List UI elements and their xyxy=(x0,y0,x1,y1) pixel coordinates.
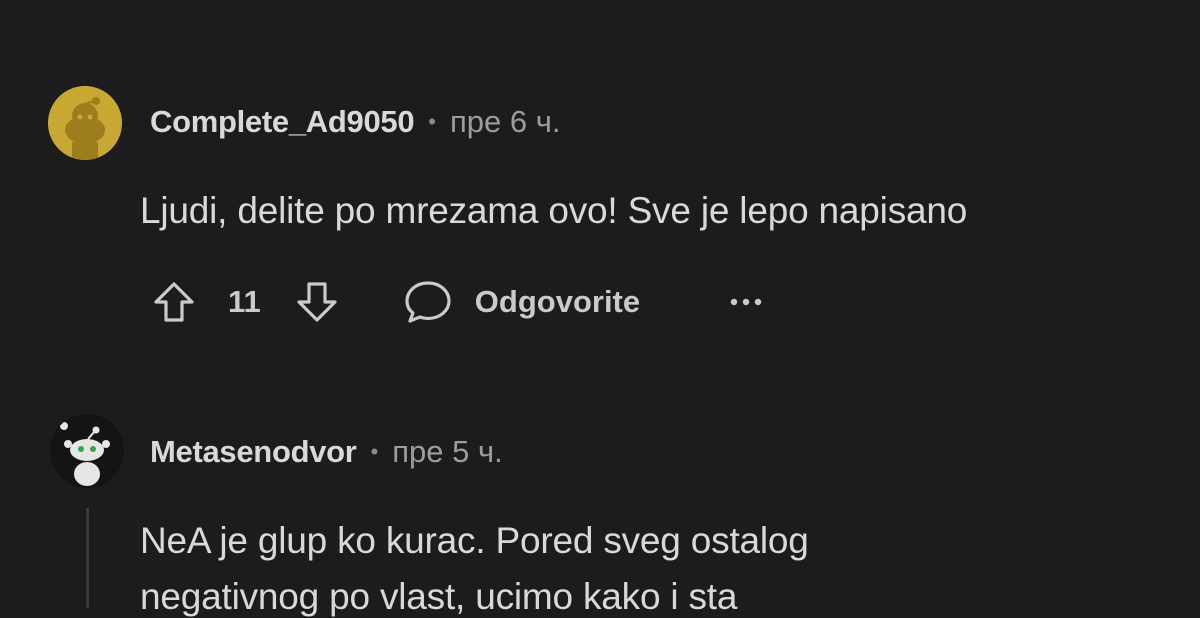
more-options-icon xyxy=(730,298,762,306)
more-options-button[interactable] xyxy=(726,282,766,322)
upvote-arrow-icon xyxy=(154,282,194,322)
snoo-avatar-icon xyxy=(48,86,122,160)
reply-label: Odgovorite xyxy=(474,284,641,319)
downvote-arrow-icon xyxy=(297,282,337,322)
avatar[interactable] xyxy=(48,86,122,160)
comment-actions: 11 Odgovorite xyxy=(150,272,766,332)
username[interactable]: Complete_Ad9050 xyxy=(150,104,415,140)
comment-meta: Complete_Ad9050 • пре 6 ч. xyxy=(150,104,560,140)
avatar[interactable] xyxy=(50,414,124,488)
timestamp: пре 6 ч. xyxy=(449,104,561,139)
reply-button[interactable]: Odgovorite xyxy=(403,279,640,325)
comment-body: Ljudi, delite po mrezama ovo! Sve je lep… xyxy=(140,190,968,231)
comment-meta: Metasenodvor • пре 5 ч. xyxy=(150,434,503,470)
upvote-button[interactable] xyxy=(150,278,198,326)
speech-bubble-icon xyxy=(405,281,451,323)
separator-dot: • xyxy=(370,439,379,464)
snoo-avatar-icon xyxy=(50,414,124,488)
timestamp: пре 5 ч. xyxy=(392,434,503,469)
vote-count: 11 xyxy=(228,284,261,319)
thread-line[interactable] xyxy=(86,508,89,608)
separator-dot: • xyxy=(428,109,436,134)
downvote-button[interactable] xyxy=(293,278,341,326)
comment-body-line: negativnog po vlast, ucimo kako i sta xyxy=(140,576,738,617)
username[interactable]: Metasenodvor xyxy=(150,434,357,470)
comment-body-line: NeA je glup ko kurac. Pored sveg ostalog xyxy=(140,520,809,561)
